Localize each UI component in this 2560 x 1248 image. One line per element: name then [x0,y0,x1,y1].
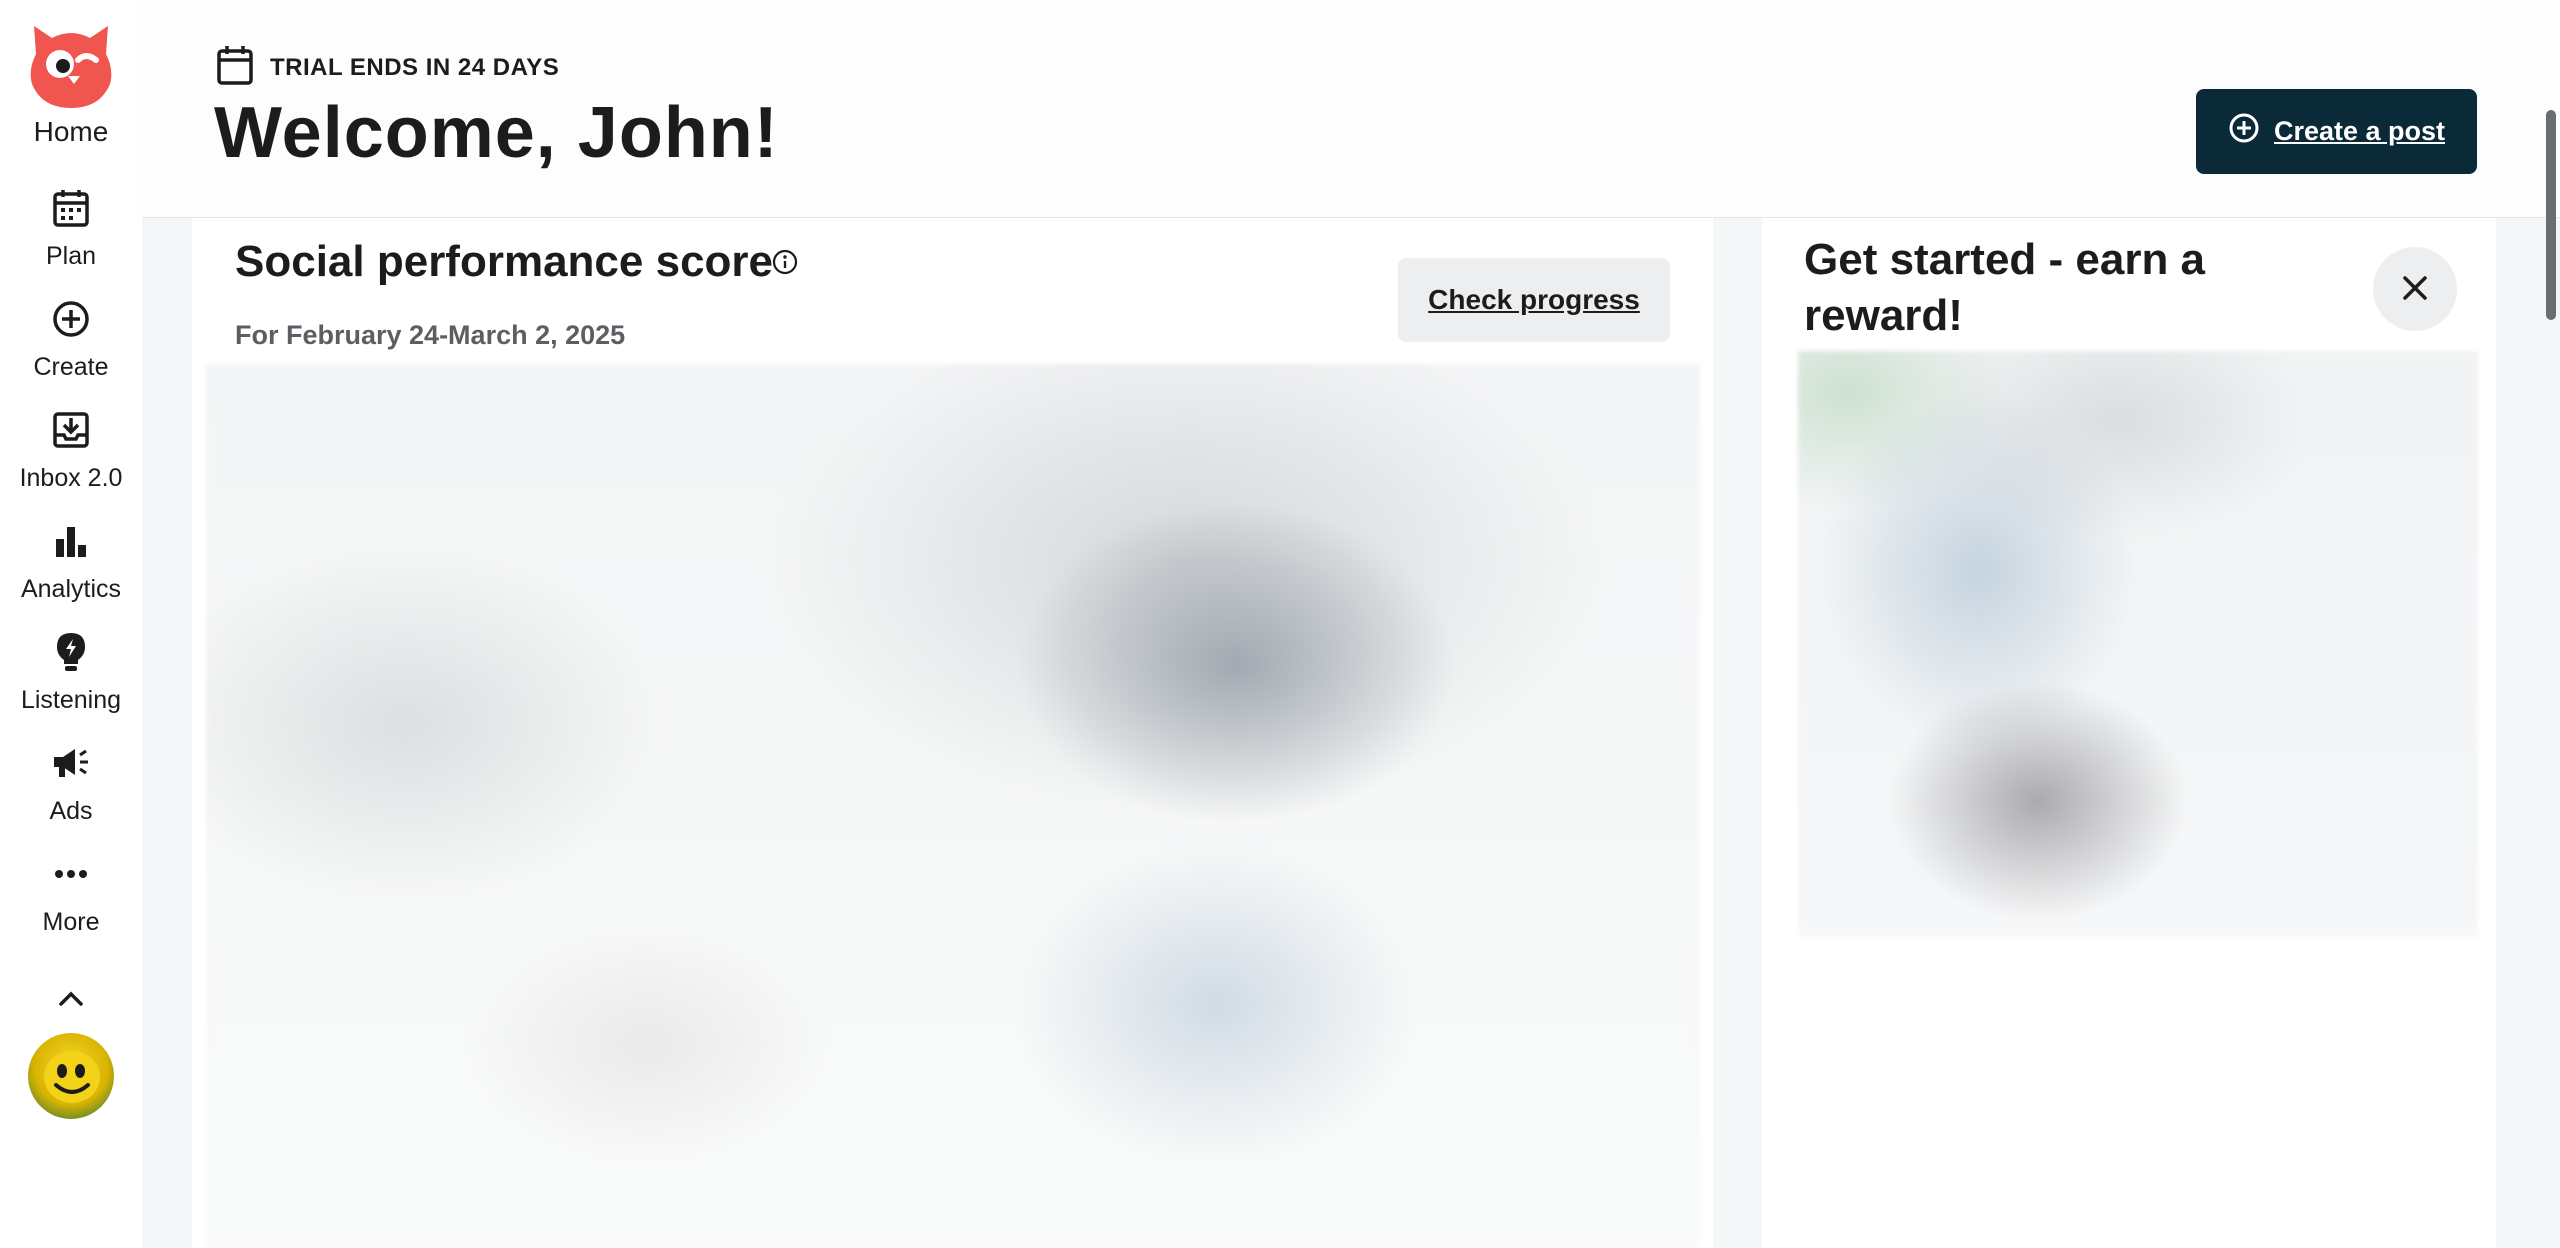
chevron-up-icon[interactable] [49,979,93,1019]
sidebar-item-listening[interactable]: Listening [0,630,142,715]
bar-chart-icon [49,519,93,563]
megaphone-icon [49,741,93,785]
sidebar-item-label: Plan [45,242,97,270]
more-dots-icon [49,852,93,896]
social-score-card: Social performance score For February 24… [192,218,1713,1248]
sidebar: Home Plan Create Inbox 2.0 Analytics Lis… [0,0,142,1248]
score-preview-image [206,364,1700,1248]
sidebar-item-label: Home [33,116,109,147]
sidebar-item-label: Create [33,353,109,381]
inbox-icon [49,408,93,452]
sidebar-item-home[interactable]: Home [0,0,142,148]
plus-circle-icon [49,297,93,341]
sidebar-item-more[interactable]: More [0,852,142,937]
sidebar-item-ads[interactable]: Ads [0,741,142,826]
sidebar-item-label: More [42,908,100,936]
calendar-icon [49,186,93,230]
sidebar-item-label: Inbox 2.0 [19,464,123,492]
info-icon[interactable] [771,248,799,276]
trial-text: TRIAL ENDS IN 24 DAYS [270,53,560,81]
check-progress-button[interactable]: Check progress [1398,258,1670,342]
sidebar-item-create[interactable]: Create [0,297,142,382]
sidebar-item-label: Listening [20,686,122,714]
create-post-button[interactable]: Create a post [2196,89,2477,174]
score-card-title: Social performance score [235,237,774,286]
reward-preview-image [1798,351,2478,937]
lightbulb-icon [49,630,93,674]
page-header: TRIAL ENDS IN 24 DAYS Welcome, John! Cre… [142,0,2560,218]
sidebar-item-label: Analytics [20,575,122,603]
create-post-label: Create a post [2273,116,2446,146]
avatar[interactable] [28,1033,114,1119]
owl-logo-icon [26,20,116,110]
reward-card-title: Get started - earn a reward! [1804,235,2206,340]
close-icon [2400,273,2430,306]
sidebar-item-label: Ads [49,797,93,825]
sidebar-item-inbox[interactable]: Inbox 2.0 [0,408,142,493]
trial-banner: TRIAL ENDS IN 24 DAYS [216,44,559,91]
calendar-icon [216,44,254,91]
plus-circle-icon [2228,112,2260,151]
date-range: For February 24-March 2, 2025 [235,320,626,350]
page-title: Welcome, John! [214,93,779,173]
sidebar-item-analytics[interactable]: Analytics [0,519,142,604]
sidebar-item-plan[interactable]: Plan [0,186,142,271]
close-button[interactable] [2373,247,2457,331]
page-scrollbar[interactable] [2546,110,2556,320]
reward-card: Get started - earn a reward! [1762,218,2496,1248]
